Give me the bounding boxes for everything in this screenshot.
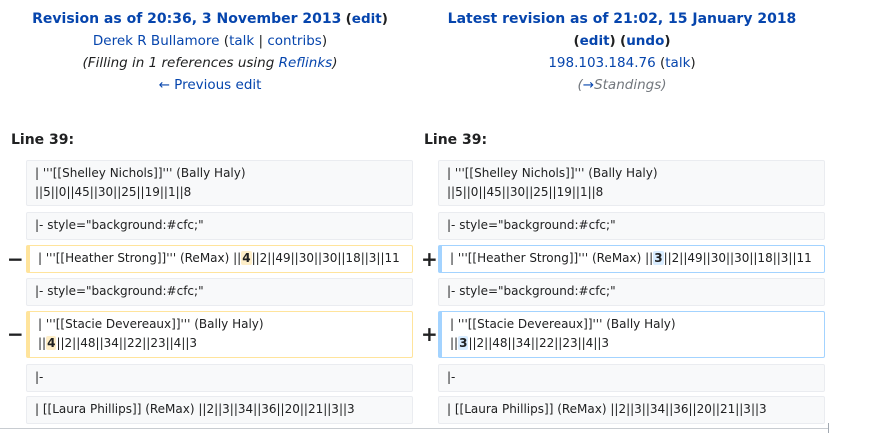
new-user-link[interactable]: 198.103.184.76 bbox=[548, 55, 655, 71]
divider bbox=[828, 423, 829, 433]
reflinks-link[interactable]: Reflinks bbox=[279, 55, 333, 71]
context-line-left: |- bbox=[26, 364, 413, 392]
deleted-word: 4 bbox=[241, 251, 252, 265]
deleted-word: 4 bbox=[46, 336, 57, 350]
added-line-marker: + bbox=[421, 247, 438, 271]
latest-revision-link[interactable]: Latest revision as of 21:02, 15 January … bbox=[448, 11, 797, 27]
context-line-right: | '''[[Shelley Nichols]]''' (Bally Haly)… bbox=[438, 160, 825, 206]
deleted-line-marker: − bbox=[7, 322, 24, 346]
old-user-link[interactable]: Derek R Bullamore bbox=[93, 33, 220, 49]
added-line-marker: + bbox=[421, 322, 438, 346]
new-edit-link[interactable]: edit bbox=[580, 33, 610, 49]
old-revision-link[interactable]: Revision as of 20:36, 3 November 2013 bbox=[32, 11, 341, 27]
left-line-number: Line 39: bbox=[11, 132, 75, 148]
context-line-right: |- style="background:#cfc;" bbox=[438, 278, 825, 306]
old-revision-header: Revision as of 20:36, 3 November 2013 (e… bbox=[0, 8, 420, 96]
context-line-right: |- style="background:#cfc;" bbox=[438, 212, 825, 240]
new-edit-summary: (→Standings) bbox=[577, 77, 667, 93]
section-arrow-link[interactable]: → bbox=[583, 77, 594, 93]
added-line: | '''[[Stacie Devereaux]]''' (Bally Haly… bbox=[438, 311, 825, 358]
new-revision-header: Latest revision as of 21:02, 15 January … bbox=[412, 8, 832, 96]
divider bbox=[0, 428, 828, 429]
deleted-line: | '''[[Heather Strong]]''' (ReMax) ||4||… bbox=[26, 245, 413, 273]
previous-edit-link[interactable]: ← Previous edit bbox=[159, 77, 262, 93]
added-word: 3 bbox=[458, 336, 469, 350]
right-line-number: Line 39: bbox=[424, 132, 488, 148]
old-user-talk-link[interactable]: talk bbox=[229, 33, 254, 49]
added-line: | '''[[Heather Strong]]''' (ReMax) ||3||… bbox=[438, 245, 825, 273]
context-line-right: |- bbox=[438, 364, 825, 392]
context-line-right: | [[Laura Phillips]] (ReMax) ||2||3||34|… bbox=[438, 396, 825, 424]
old-edit-summary: (Filling in 1 references using Reflinks) bbox=[82, 55, 338, 71]
old-edit-link[interactable]: edit bbox=[352, 11, 382, 27]
context-line-left: |- style="background:#cfc;" bbox=[26, 278, 413, 306]
context-line-left: | [[Laura Phillips]] (ReMax) ||2||3||34|… bbox=[26, 396, 413, 424]
undo-link[interactable]: undo bbox=[626, 33, 664, 49]
context-line-left: |- style="background:#cfc;" bbox=[26, 212, 413, 240]
old-user-contribs-link[interactable]: contribs bbox=[267, 33, 321, 49]
context-line-left: | '''[[Shelley Nichols]]''' (Bally Haly)… bbox=[26, 160, 413, 206]
section-name: Standings bbox=[594, 77, 662, 93]
new-user-talk-link[interactable]: talk bbox=[665, 55, 690, 71]
added-word: 3 bbox=[653, 251, 664, 265]
deleted-line: | '''[[Stacie Devereaux]]''' (Bally Haly… bbox=[26, 311, 413, 358]
deleted-line-marker: − bbox=[7, 247, 24, 271]
